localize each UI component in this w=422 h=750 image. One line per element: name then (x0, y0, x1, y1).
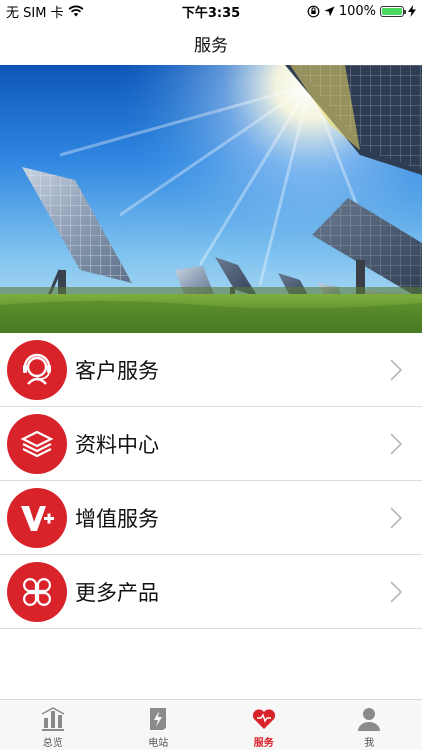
v-plus-icon (7, 487, 67, 548)
menu-label: 增值服务 (75, 506, 159, 531)
tab-overview[interactable]: 总览 (0, 700, 106, 750)
chevron-right-icon (390, 507, 402, 529)
carrier-text: 无 SIM 卡 (6, 5, 64, 21)
status-left: 无 SIM 卡 (6, 2, 84, 21)
service-menu-list: 客户服务 资料中心 增值服务 更多产品 (0, 333, 422, 629)
chevron-right-icon (390, 581, 402, 603)
chevron-right-icon (390, 433, 402, 455)
tab-label: 电站 (148, 738, 169, 749)
tab-service[interactable]: 服务 (211, 700, 317, 750)
person-icon (358, 708, 381, 731)
chevron-right-icon (390, 359, 402, 381)
tab-label: 服务 (253, 738, 274, 749)
status-bar: 无 SIM 卡 下午3:35 100% (0, 0, 422, 22)
heart-icon (252, 709, 275, 729)
nav-bar: 服务 (0, 22, 422, 65)
menu-item-value-added-service[interactable]: 增值服务 (0, 481, 422, 555)
tab-bar: 总览 电站 服务 我 (0, 699, 422, 750)
status-right: 100% (307, 4, 416, 19)
tab-power-station[interactable]: 电站 (106, 700, 212, 750)
battery-icon (380, 5, 406, 17)
customer-service-icon (7, 339, 67, 400)
wifi-icon (68, 5, 84, 17)
battery-percent: 100% (338, 3, 376, 19)
power-station-icon (150, 708, 167, 730)
orientation-lock-icon (307, 5, 320, 17)
solar-panels-illustration (0, 65, 422, 333)
menu-label: 客户服务 (75, 358, 159, 383)
menu-item-data-center[interactable]: 资料中心 (0, 407, 422, 481)
location-arrow-icon (324, 6, 335, 16)
bar-chart-icon (41, 707, 65, 731)
page-title: 服务 (194, 36, 228, 56)
menu-item-more-products[interactable]: 更多产品 (0, 555, 422, 629)
menu-label: 更多产品 (75, 580, 159, 605)
tab-label: 我 (364, 738, 375, 749)
menu-label: 资料中心 (75, 432, 159, 457)
tab-label: 总览 (42, 738, 63, 749)
menu-item-customer-service[interactable]: 客户服务 (0, 333, 422, 407)
tab-me[interactable]: 我 (317, 700, 422, 750)
banner-image[interactable] (0, 65, 422, 333)
four-leaf-icon (7, 561, 67, 622)
layers-icon (7, 413, 67, 474)
charging-bolt-icon (408, 5, 416, 17)
